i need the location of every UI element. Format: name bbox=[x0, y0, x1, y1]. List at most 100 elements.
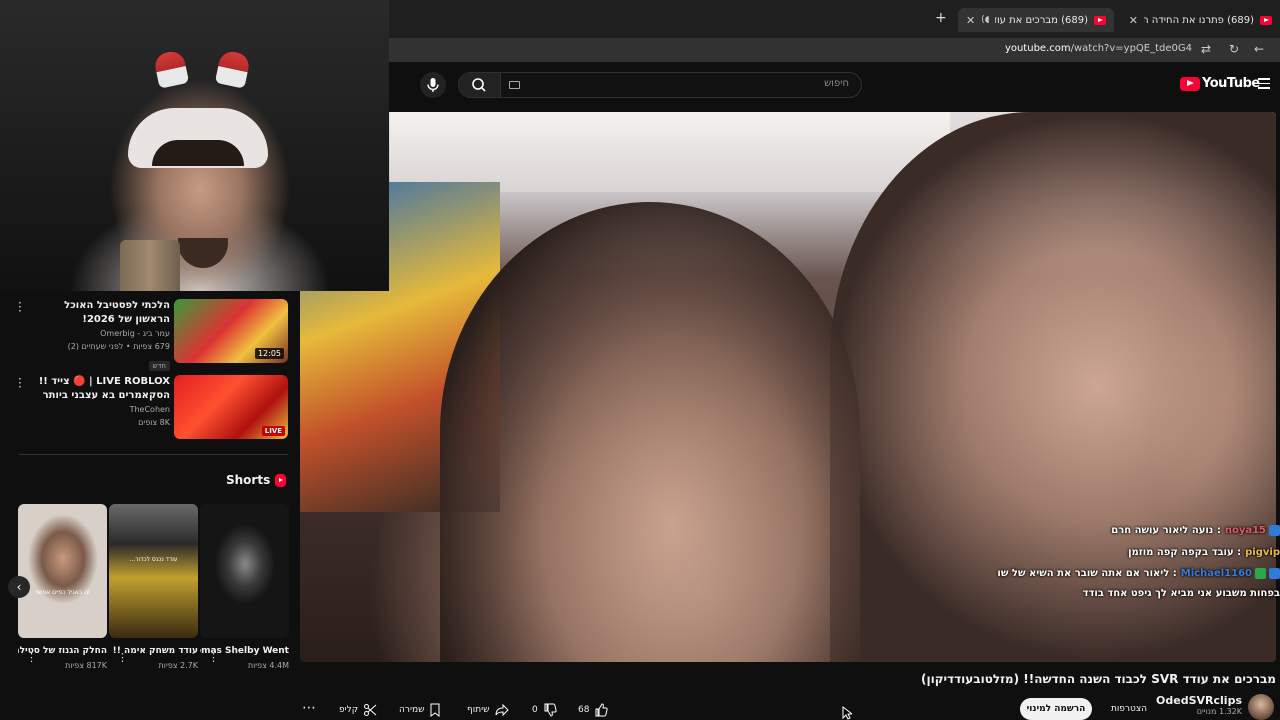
short-thumbnail[interactable]: זה באגיל כפיים אפשר bbox=[18, 504, 107, 638]
search-icon bbox=[472, 78, 486, 92]
youtube-logo-icon bbox=[1180, 76, 1200, 91]
chat-message: Michael1160: ליאור אם אתה שובר את השיא ש… bbox=[997, 567, 1280, 599]
more-options-icon[interactable]: · · · bbox=[18, 373, 22, 393]
share-icon bbox=[495, 703, 509, 717]
short-thumbnail[interactable] bbox=[200, 504, 289, 638]
streamer-hair bbox=[152, 140, 244, 166]
save-label: שמירה bbox=[399, 705, 425, 715]
subscriber-count: 1.32K מנויים bbox=[1196, 707, 1242, 716]
youtube-favicon-icon bbox=[1260, 15, 1272, 25]
browser-tab-active[interactable]: (689) מברכים את עודד SVR ◖) ✕ bbox=[958, 8, 1114, 32]
more-actions-icon[interactable]: ⋯ bbox=[302, 700, 316, 716]
bookmark-icon bbox=[430, 703, 440, 717]
chat-badge-icon bbox=[1255, 567, 1266, 579]
channel-name[interactable]: TheCohen bbox=[30, 403, 170, 416]
streamer-beard bbox=[178, 238, 228, 268]
search-input[interactable]: חיפוש bbox=[824, 78, 849, 89]
microphone-icon bbox=[427, 78, 439, 92]
clip-button[interactable]: קליפ bbox=[339, 700, 377, 720]
chat-username: pigvip bbox=[1245, 547, 1280, 558]
voice-search-button[interactable] bbox=[420, 72, 446, 98]
recommendations-sidebar: 12:05 הלכתי לפסטיבל האוכל הראשון של 2026… bbox=[0, 291, 300, 720]
channel-name[interactable]: עמר ביג - Omerbig bbox=[30, 327, 170, 340]
more-options-icon[interactable]: ⋮ bbox=[117, 651, 128, 664]
new-tab-icon[interactable]: + bbox=[935, 10, 947, 26]
tab-title: (689) מברכים את עודד SVR bbox=[995, 14, 1088, 26]
youtube-favicon-icon bbox=[1094, 15, 1106, 25]
chat-username: noya15 bbox=[1224, 525, 1266, 536]
divider bbox=[18, 454, 288, 455]
chevron-left-icon[interactable]: ‹ bbox=[8, 576, 30, 598]
channel-name-main[interactable]: OdedSVRclips bbox=[1156, 694, 1242, 707]
dislike-count: 0 bbox=[532, 705, 538, 715]
video-duration: 12:05 bbox=[254, 348, 284, 359]
share-label: שיתוף bbox=[467, 705, 490, 715]
short-overlay-text: עודד נכנס לכדור... bbox=[129, 556, 178, 563]
live-badge: LIVE bbox=[261, 426, 285, 436]
santa-hat-decoration bbox=[214, 49, 252, 89]
logo-text: YouTube bbox=[1202, 76, 1260, 91]
short-item[interactable]: זה באגיל כפיים אפשר החלק הגנוז של סטילה … bbox=[18, 504, 107, 670]
chat-message: noya15: נועה ליאור עושה חרם bbox=[986, 520, 1280, 542]
shorts-header: Shorts bbox=[226, 473, 287, 487]
thumbs-up-icon bbox=[595, 703, 609, 717]
more-options-icon[interactable]: · · · bbox=[18, 297, 22, 317]
url-domain: youtube.com bbox=[1004, 43, 1071, 54]
like-button[interactable]: 68 bbox=[578, 700, 609, 720]
video-meta: 679 צפיות • לפני שעתיים (2) bbox=[67, 342, 170, 351]
short-thumbnail[interactable]: עודד נכנס לכדור... bbox=[109, 504, 198, 638]
stream-chat-overlay: noya15: נועה ליאור עושה חרם pigvip: עובד… bbox=[986, 520, 1280, 604]
close-tab-icon[interactable]: ✕ bbox=[1129, 14, 1138, 27]
more-options-icon[interactable]: ⋮ bbox=[26, 651, 37, 664]
browser-tab[interactable]: (689) פתרנו את החידה השנתית ✕ bbox=[1120, 8, 1280, 32]
share-button[interactable]: שיתוף bbox=[467, 700, 509, 720]
menu-icon[interactable] bbox=[1258, 78, 1270, 92]
video-background-wall bbox=[390, 112, 950, 192]
close-tab-icon[interactable]: ✕ bbox=[966, 14, 975, 27]
video-title-main: מברכים את עודד SVR לכבוד השנה החדשה!! (מ… bbox=[920, 672, 1276, 686]
streamer-microphone bbox=[120, 240, 180, 291]
scissors-icon bbox=[364, 704, 377, 716]
chat-text: עובד בקפה קפה מוזמן bbox=[1128, 547, 1234, 558]
channel-info: OdedSVRclips 1.32K מנויים bbox=[1156, 694, 1242, 716]
chat-username: Michael1160 bbox=[1180, 568, 1252, 579]
mouse-cursor-icon bbox=[842, 706, 852, 720]
tab-title: (689) פתרנו את החידה השנתית bbox=[1144, 14, 1254, 26]
reload-icon[interactable]: ↻ bbox=[1229, 42, 1239, 56]
more-options-icon[interactable]: ⋮ bbox=[208, 651, 219, 664]
channel-avatar[interactable] bbox=[1248, 694, 1274, 720]
search-box[interactable]: חיפוש bbox=[458, 72, 862, 98]
like-count: 68 bbox=[578, 705, 590, 715]
list-item[interactable]: LIVE LIVE ROBLOX | 🔴 צייד !! הסקאמרים בא… bbox=[0, 367, 300, 439]
url-path: /watch?v=ypQE_tde0G4 bbox=[1070, 43, 1192, 54]
chat-badge-icon bbox=[1269, 524, 1280, 536]
video-title[interactable]: LIVE ROBLOX | 🔴 צייד !! הסקאמרים בא עצבנ… bbox=[30, 375, 170, 403]
video-thumbnail[interactable]: 12:05 bbox=[174, 299, 288, 363]
url-field[interactable]: youtube.com/watch?v=ypQE_tde0G4 bbox=[1005, 43, 1192, 54]
search-button[interactable] bbox=[459, 73, 501, 97]
subscribe-button[interactable]: הרשמה למינוי bbox=[1020, 698, 1092, 720]
clip-label: קליפ bbox=[339, 705, 359, 715]
list-item[interactable]: 12:05 הלכתי לפסטיבל האוכל הראשון של 2026… bbox=[0, 291, 300, 371]
keyboard-icon[interactable] bbox=[509, 81, 520, 89]
short-item[interactable]: עודד נכנס לכדור... עודד משחק אימה !! 2.7… bbox=[109, 504, 198, 670]
thumbs-down-icon bbox=[544, 703, 557, 717]
youtube-logo[interactable]: YouTube bbox=[1180, 76, 1260, 91]
short-item[interactable]: Thomas Shelby Went... 4.4M צפיות ⋮ bbox=[200, 504, 289, 670]
webcam-overlay bbox=[0, 0, 389, 291]
chat-message: pigvip: עובד בקפה קפה מוזמן bbox=[1128, 547, 1280, 558]
dislike-button[interactable]: 0 bbox=[532, 700, 557, 720]
speaker-icon[interactable]: ◖) bbox=[981, 15, 989, 25]
video-thumbnail[interactable]: LIVE bbox=[174, 375, 288, 439]
shorts-icon bbox=[275, 473, 287, 487]
back-icon[interactable]: ← bbox=[1254, 42, 1264, 56]
video-person-left bbox=[440, 202, 860, 662]
video-title[interactable]: הלכתי לפסטיבל האוכל הראשון של 2026! bbox=[30, 299, 170, 327]
site-settings-icon[interactable]: ⇄ bbox=[1201, 42, 1211, 56]
chat-text: נועה ליאור עושה חרם bbox=[1111, 525, 1214, 536]
video-meta: 8K צופים bbox=[138, 418, 170, 427]
save-button[interactable]: שמירה bbox=[399, 700, 441, 720]
santa-hat-decoration bbox=[152, 49, 190, 89]
chat-badge-icon bbox=[1269, 567, 1280, 579]
join-button[interactable]: הצטרפות bbox=[1104, 698, 1154, 720]
